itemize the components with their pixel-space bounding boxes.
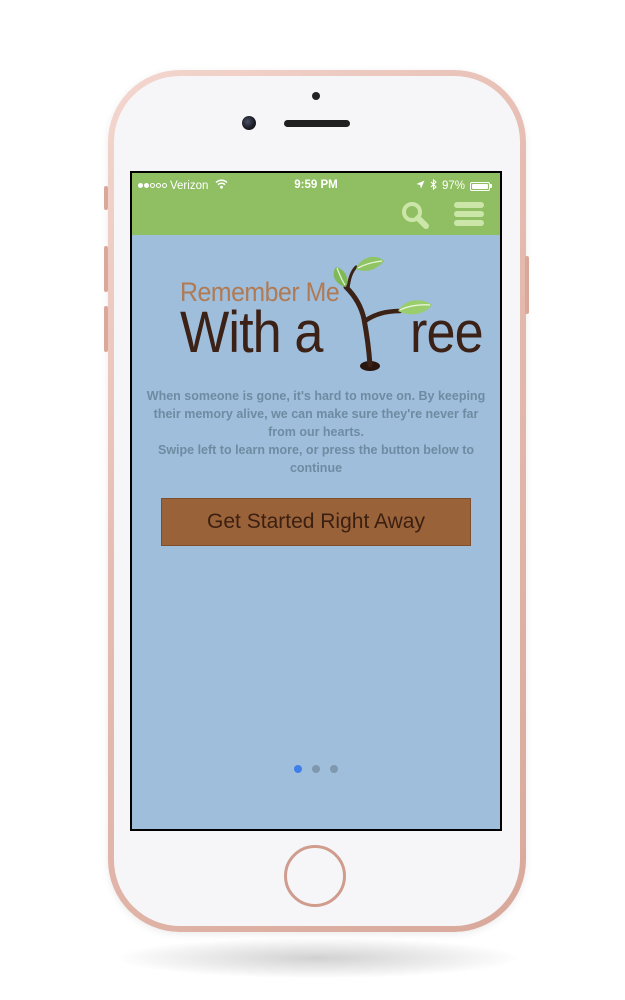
front-camera <box>242 116 256 130</box>
intro-paragraph: When someone is gone, it's hard to move … <box>146 389 486 439</box>
search-button[interactable] <box>400 200 430 230</box>
status-right: 97% <box>416 178 492 193</box>
page-dot[interactable] <box>294 765 302 773</box>
app-screen: Verizon 9:59 PM 97% Remember Me With a r… <box>132 173 500 829</box>
menu-button[interactable] <box>452 201 486 229</box>
menu-bar-top <box>454 202 484 208</box>
volume-up-button <box>104 246 108 292</box>
logo-tree: ree <box>410 300 484 365</box>
volume-down-button <box>104 306 108 352</box>
status-bar: Verizon 9:59 PM 97% <box>132 173 500 197</box>
search-icon <box>402 202 429 229</box>
page-indicator <box>132 765 500 773</box>
page-dot[interactable] <box>312 765 320 773</box>
page-dot[interactable] <box>330 765 338 773</box>
power-button <box>525 256 529 314</box>
phone-screen: Verizon 9:59 PM 97% Remember Me With a r… <box>130 171 502 831</box>
menu-bar-middle <box>454 211 484 217</box>
menu-bar-bottom <box>454 220 484 226</box>
battery-outline <box>470 181 490 191</box>
battery-percent: 97% <box>441 180 465 192</box>
battery-fill <box>472 183 488 189</box>
bluetooth-icon <box>430 178 437 193</box>
stage: Verizon 9:59 PM 97% Remember Me With a r… <box>0 0 625 1000</box>
app-header <box>132 197 500 235</box>
silent-switch <box>104 186 108 210</box>
proximity-sensor <box>312 92 320 100</box>
app-logo: Remember Me With a ree <box>172 255 484 375</box>
intro-instruction: Swipe left to learn more, or press the b… <box>157 443 474 475</box>
phone-shadow <box>118 938 518 978</box>
battery-tip <box>490 184 492 188</box>
location-arrow-icon <box>416 180 425 192</box>
intro-text: When someone is gone, it's hard to move … <box>144 387 488 477</box>
logo-with-a: With a <box>180 300 323 365</box>
battery-icon <box>470 181 492 191</box>
home-button[interactable] <box>284 845 346 907</box>
earpiece-speaker <box>284 120 350 127</box>
get-started-button[interactable]: Get Started Right Away <box>161 498 471 546</box>
